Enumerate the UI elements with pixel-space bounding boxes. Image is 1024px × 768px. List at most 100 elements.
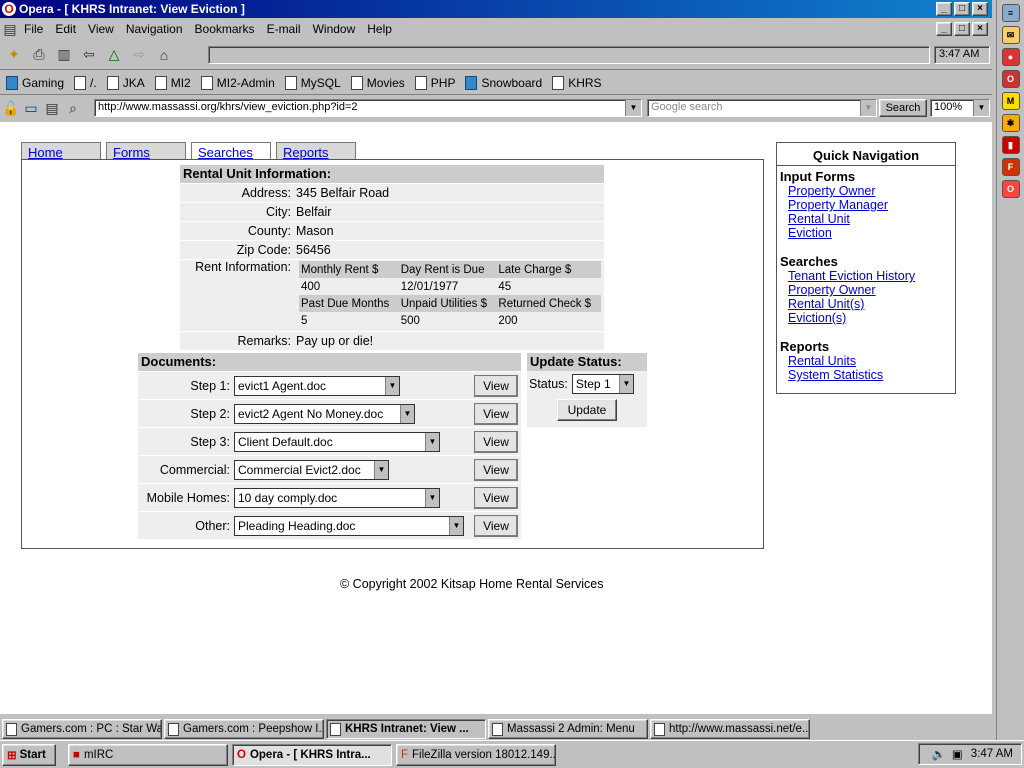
menu-bookmarks[interactable]: Bookmarks	[189, 22, 261, 36]
network-icon[interactable]: ▣	[952, 747, 963, 761]
tab-forms[interactable]: Forms	[106, 142, 186, 160]
dropdown-arrow-icon[interactable]: ▼	[425, 488, 439, 507]
bookmark-slashdot[interactable]: /.	[74, 75, 97, 90]
back-icon[interactable]: ⇦	[78, 44, 100, 66]
menu-help[interactable]: Help	[361, 22, 398, 36]
view-button-mobile-homes[interactable]: View	[474, 486, 518, 509]
bookmark-mysql[interactable]: MySQL	[284, 75, 341, 90]
zoom-dropdown-icon[interactable]: ▼	[973, 100, 989, 116]
dropdown-arrow-icon[interactable]: ▼	[385, 376, 399, 395]
menu-navigation[interactable]: Navigation	[120, 22, 189, 36]
dropdown-arrow-icon[interactable]: ▼	[374, 460, 388, 479]
minimize-button[interactable]: _	[936, 2, 952, 16]
panel-winamp-icon[interactable]: M	[1001, 92, 1020, 110]
doc-select-commercial[interactable]: Commercial Evict2.doc ▼	[234, 459, 389, 480]
view-button-other[interactable]: View	[474, 514, 518, 537]
status-select[interactable]: Step 1 ▼	[571, 374, 634, 394]
menu-view[interactable]: View	[82, 22, 120, 36]
new-page-icon[interactable]: ✦	[3, 44, 25, 66]
menu-email[interactable]: E-mail	[261, 22, 307, 36]
panel-filezilla-icon[interactable]: F	[1001, 158, 1020, 176]
search-page-icon[interactable]: ⌕	[64, 97, 82, 119]
tab-searches-label[interactable]: Searches	[198, 145, 253, 160]
link-input-eviction[interactable]: Eviction	[788, 226, 832, 240]
home-nav-icon[interactable]: △	[103, 44, 125, 66]
menu-window[interactable]: Window	[307, 22, 362, 36]
link-search-tenant-eviction-history[interactable]: Tenant Eviction History	[788, 269, 915, 283]
link-input-property-manager[interactable]: Property Manager	[788, 198, 888, 212]
page-tab-1[interactable]: Gamers.com : PC : Star Wa...	[2, 719, 162, 739]
menu-edit[interactable]: Edit	[49, 22, 82, 36]
panel-hotlist-icon[interactable]: ≡	[1001, 4, 1020, 22]
tab-reports-label[interactable]: Reports	[283, 145, 329, 160]
volume-icon[interactable]: 🔈	[932, 747, 946, 761]
page-tab-5[interactable]: http://www.massassi.net/e...	[650, 719, 810, 739]
tab-home[interactable]: Home	[21, 142, 101, 160]
taskbar-opera[interactable]: O Opera - [ KHRS Intra...	[232, 743, 392, 766]
address-dropdown-icon[interactable]: ▼	[625, 100, 641, 116]
search-dropdown-icon[interactable]: ▼	[860, 100, 876, 116]
link-report-system-statistics[interactable]: System Statistics	[788, 368, 883, 382]
dropdown-arrow-icon[interactable]: ▼	[400, 404, 414, 423]
search-input[interactable]: Google search ▼	[647, 99, 877, 117]
link-search-rental-units[interactable]: Rental Unit(s)	[788, 297, 864, 311]
bookmark-php[interactable]: PHP	[414, 75, 455, 90]
update-button[interactable]: Update	[557, 399, 617, 421]
dropdown-arrow-icon[interactable]: ▼	[618, 375, 633, 393]
doc-select-other[interactable]: Pleading Heading.doc ▼	[234, 515, 464, 536]
bookmark-khrs[interactable]: KHRS	[552, 75, 602, 90]
doc-select-step1[interactable]: evict1 Agent.doc ▼	[234, 375, 400, 396]
link-input-property-owner[interactable]: Property Owner	[788, 184, 876, 198]
tab-forms-label[interactable]: Forms	[113, 145, 150, 160]
page-tab-2[interactable]: Gamers.com : Peepshow I...	[164, 719, 324, 739]
zoom-select[interactable]: 100% ▼	[930, 99, 990, 117]
panel-tools-icon[interactable]: ✱	[1001, 114, 1020, 132]
address-input[interactable]: http://www.massassi.org/khrs/view_evicti…	[94, 99, 642, 117]
view-button-step1[interactable]: View	[474, 374, 518, 397]
taskbar-mirc[interactable]: ■ mIRC	[68, 743, 228, 766]
home-icon[interactable]: ⌂	[153, 44, 175, 66]
link-input-rental-unit[interactable]: Rental Unit	[788, 212, 850, 226]
page-tab-3[interactable]: KHRS Intranet: View ...	[326, 719, 486, 739]
tab-reports[interactable]: Reports	[276, 142, 356, 160]
doc-minimize-button[interactable]: _	[936, 22, 952, 36]
view-button-step3[interactable]: View	[474, 430, 518, 453]
panel-notes-icon[interactable]: ▮	[1001, 136, 1020, 154]
panel-mail-icon[interactable]: ✉	[1001, 26, 1020, 44]
bookmark-mi2-admin[interactable]: MI2-Admin	[200, 75, 275, 90]
tab-home-label[interactable]: Home	[28, 145, 63, 160]
doc-select-step3[interactable]: Client Default.doc ▼	[234, 431, 440, 452]
view-button-step2[interactable]: View	[474, 402, 518, 425]
hotlist-icon[interactable]: ▥	[53, 44, 75, 66]
start-button[interactable]: ⊞ Start	[2, 743, 56, 766]
window-icon[interactable]: ▭	[22, 97, 40, 119]
link-search-evictions[interactable]: Eviction(s)	[788, 311, 846, 325]
doc-close-button[interactable]: ×	[972, 22, 988, 36]
maximize-button[interactable]: □	[954, 2, 970, 16]
page-info-icon[interactable]: ▤	[43, 97, 61, 119]
bookmark-jka[interactable]: JKA	[106, 75, 145, 90]
doc-select-mobile-homes[interactable]: 10 day comply.doc ▼	[234, 487, 440, 508]
bookmark-movies[interactable]: Movies	[350, 75, 405, 90]
menu-file[interactable]: File	[18, 22, 49, 36]
taskbar-filezilla[interactable]: F FileZilla version 18012.149...	[396, 743, 556, 766]
close-button[interactable]: ×	[972, 2, 988, 16]
print-icon[interactable]: ⎙	[28, 44, 50, 66]
doc-select-step2[interactable]: evict2 Agent No Money.doc ▼	[234, 403, 415, 424]
dropdown-arrow-icon[interactable]: ▼	[425, 432, 439, 451]
bookmark-mi2[interactable]: MI2	[154, 75, 191, 90]
bookmark-snowboard[interactable]: Snowboard	[465, 75, 542, 90]
forward-icon[interactable]: ⇨	[128, 44, 150, 66]
view-button-commercial[interactable]: View	[474, 458, 518, 481]
panel-opera-icon[interactable]: O	[1001, 70, 1020, 88]
doc-restore-button[interactable]: □	[954, 22, 970, 36]
link-search-property-owner[interactable]: Property Owner	[788, 283, 876, 297]
tab-searches[interactable]: Searches	[191, 142, 271, 160]
bookmark-gaming[interactable]: Gaming	[6, 75, 64, 90]
panel-contacts-icon[interactable]: ●	[1001, 48, 1020, 66]
panel-opera2-icon[interactable]: O	[1001, 180, 1020, 198]
dropdown-arrow-icon[interactable]: ▼	[449, 516, 463, 535]
search-button[interactable]: Search	[879, 99, 927, 117]
link-report-rental-units[interactable]: Rental Units	[788, 354, 856, 368]
page-tab-4[interactable]: Massassi 2 Admin: Menu	[488, 719, 648, 739]
